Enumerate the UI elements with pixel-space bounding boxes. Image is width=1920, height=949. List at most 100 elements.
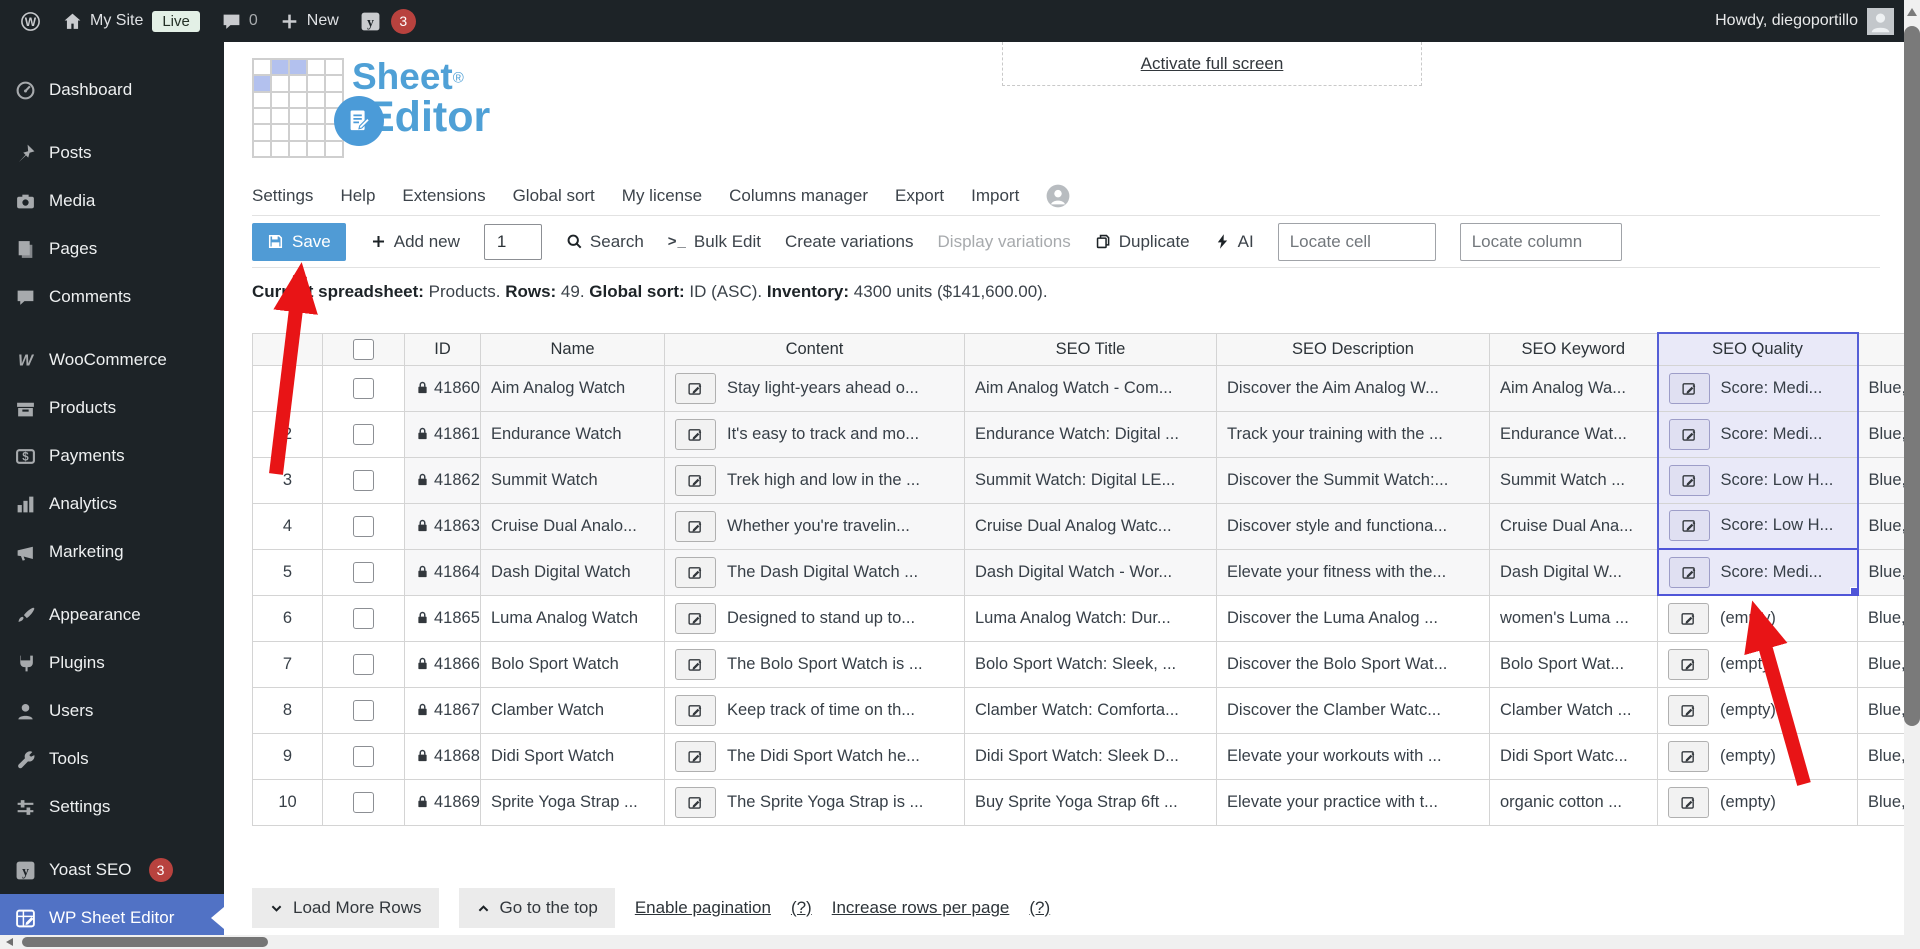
horizontal-scrollbar[interactable] [0, 935, 1904, 949]
vertical-scrollbar[interactable] [1904, 0, 1920, 935]
edit-content-button[interactable] [675, 602, 716, 634]
row-number-cell[interactable]: 8 [252, 686, 323, 734]
seo-quality-cell[interactable]: Score: Medi... [1656, 548, 1859, 596]
edit-seo-quality-button[interactable] [1668, 740, 1709, 772]
duplicate-button[interactable]: Duplicate [1095, 232, 1190, 252]
content-cell[interactable]: Whether you're travelin... [664, 502, 965, 550]
menu-item-columns-manager[interactable]: Columns manager [729, 186, 868, 206]
vertical-scrollbar-thumb[interactable] [1904, 26, 1920, 726]
name-cell[interactable]: Summit Watch [480, 456, 665, 504]
account-menu[interactable]: Howdy, diegoportillo [1715, 7, 1904, 35]
sidebar-item-woocommerce[interactable]: WooCommerce [0, 336, 224, 384]
seo-description-cell[interactable]: Elevate your workouts with ... [1216, 732, 1490, 780]
id-cell[interactable]: 41865 [404, 594, 481, 642]
content-cell[interactable]: Designed to stand up to... [664, 594, 965, 642]
ai-button[interactable]: AI [1214, 232, 1254, 252]
seo-description-cell[interactable]: Elevate your practice with t... [1216, 778, 1490, 826]
id-cell[interactable]: 41866 [404, 640, 481, 688]
go-to-top-button[interactable]: Go to the top [458, 888, 615, 928]
seo-title-cell[interactable]: Dash Digital Watch - Wor... [964, 548, 1217, 596]
seo-title-cell[interactable]: Summit Watch: Digital LE... [964, 456, 1217, 504]
wordpress-logo-icon[interactable] [14, 11, 47, 32]
sidebar-item-posts[interactable]: Posts [0, 129, 224, 177]
seo-keyword-cell[interactable]: Summit Watch ... [1489, 456, 1658, 504]
attributes-cell[interactable]: Blue, [1857, 502, 1904, 550]
column-header-seo-title[interactable]: SEO Title [964, 332, 1217, 366]
row-checkbox[interactable] [353, 561, 374, 583]
attributes-cell[interactable]: Blue, [1857, 548, 1904, 596]
row-checkbox[interactable] [353, 745, 374, 767]
sidebar-item-settings[interactable]: Settings [0, 783, 224, 831]
name-cell[interactable]: Cruise Dual Analo... [480, 502, 665, 550]
sidebar-item-tools[interactable]: Tools [0, 735, 224, 783]
edit-content-button[interactable] [675, 510, 716, 542]
row-checkbox[interactable] [353, 377, 374, 399]
content-cell[interactable]: The Bolo Sport Watch is ... [664, 640, 965, 688]
name-cell[interactable]: Luma Analog Watch [480, 594, 665, 642]
attributes-cell[interactable]: Blue, [1857, 686, 1904, 734]
edit-seo-quality-button[interactable] [1668, 602, 1709, 634]
my-site-link[interactable]: My Site Live [56, 10, 206, 32]
seo-title-cell[interactable]: Aim Analog Watch - Com... [964, 364, 1217, 412]
edit-content-button[interactable] [675, 648, 716, 680]
edit-seo-quality-button[interactable] [1668, 510, 1710, 542]
id-cell[interactable]: 41862 [404, 456, 481, 504]
edit-seo-quality-button[interactable] [1668, 372, 1710, 404]
name-cell[interactable]: Bolo Sport Watch [480, 640, 665, 688]
seo-quality-cell[interactable]: (empty) [1657, 778, 1858, 826]
row-checkbox[interactable] [353, 469, 374, 491]
menu-item-extensions[interactable]: Extensions [402, 186, 485, 206]
row-checkbox-cell[interactable] [322, 686, 405, 734]
column-header-seo-keyword[interactable]: SEO Keyword [1489, 332, 1658, 366]
edit-seo-quality-button[interactable] [1668, 418, 1710, 450]
seo-keyword-cell[interactable]: Dash Digital W... [1489, 548, 1658, 596]
sidebar-item-payments[interactable]: Payments [0, 432, 224, 480]
menu-item-settings[interactable]: Settings [252, 186, 313, 206]
user-avatar-icon[interactable] [1046, 184, 1070, 208]
id-cell[interactable]: 41869 [404, 778, 481, 826]
sidebar-item-marketing[interactable]: Marketing [0, 528, 224, 576]
row-number-cell[interactable]: 2 [252, 410, 323, 458]
name-cell[interactable]: Dash Digital Watch [480, 548, 665, 596]
seo-title-cell[interactable]: Didi Sport Watch: Sleek D... [964, 732, 1217, 780]
content-cell[interactable]: It's easy to track and mo... [664, 410, 965, 458]
sidebar-item-appearance[interactable]: Appearance [0, 591, 224, 639]
content-cell[interactable]: The Didi Sport Watch he... [664, 732, 965, 780]
edit-content-button[interactable] [675, 786, 716, 818]
column-header-content[interactable]: Content [664, 332, 965, 366]
menu-item-help[interactable]: Help [340, 186, 375, 206]
seo-quality-cell[interactable]: (empty) [1657, 686, 1858, 734]
seo-title-cell[interactable]: Buy Sprite Yoga Strap 6ft ... [964, 778, 1217, 826]
row-number-cell[interactable]: 6 [252, 594, 323, 642]
edit-seo-quality-button[interactable] [1668, 464, 1710, 496]
create-variations-button[interactable]: Create variations [785, 232, 914, 252]
menu-item-import[interactable]: Import [971, 186, 1019, 206]
row-checkbox-cell[interactable] [322, 594, 405, 642]
seo-quality-cell[interactable]: Score: Medi... [1656, 410, 1859, 458]
seo-description-cell[interactable]: Track your training with the ... [1216, 410, 1490, 458]
seo-quality-cell[interactable]: (empty) [1657, 732, 1858, 780]
attributes-cell[interactable]: Blue, [1857, 364, 1904, 412]
name-cell[interactable]: Aim Analog Watch [480, 364, 665, 412]
row-checkbox[interactable] [353, 791, 374, 813]
add-new-count-input[interactable] [483, 223, 542, 260]
seo-description-cell[interactable]: Discover the Summit Watch:... [1216, 456, 1490, 504]
seo-keyword-cell[interactable]: women's Luma ... [1489, 594, 1658, 642]
save-button[interactable]: Save [252, 222, 346, 261]
increase-rows-help-link[interactable]: (?) [1029, 898, 1050, 918]
locate-cell-input[interactable] [1277, 222, 1436, 261]
column-header-attributes[interactable] [1857, 332, 1904, 366]
sidebar-item-yoast-seo[interactable]: Yoast SEO 3 [0, 846, 224, 894]
enable-pagination-link[interactable]: Enable pagination [635, 898, 771, 918]
column-header-name[interactable]: Name [480, 332, 665, 366]
content-cell[interactable]: The Sprite Yoga Strap is ... [664, 778, 965, 826]
column-header-id[interactable]: ID [404, 332, 481, 366]
name-cell[interactable]: Clamber Watch [480, 686, 665, 734]
load-more-rows-button[interactable]: Load More Rows [252, 888, 439, 928]
row-number-cell[interactable]: 10 [252, 778, 323, 826]
seo-keyword-cell[interactable]: Didi Sport Watc... [1489, 732, 1658, 780]
row-checkbox[interactable] [353, 699, 374, 721]
seo-title-cell[interactable]: Endurance Watch: Digital ... [964, 410, 1217, 458]
name-cell[interactable]: Sprite Yoga Strap ... [480, 778, 665, 826]
row-checkbox-cell[interactable] [322, 548, 405, 596]
